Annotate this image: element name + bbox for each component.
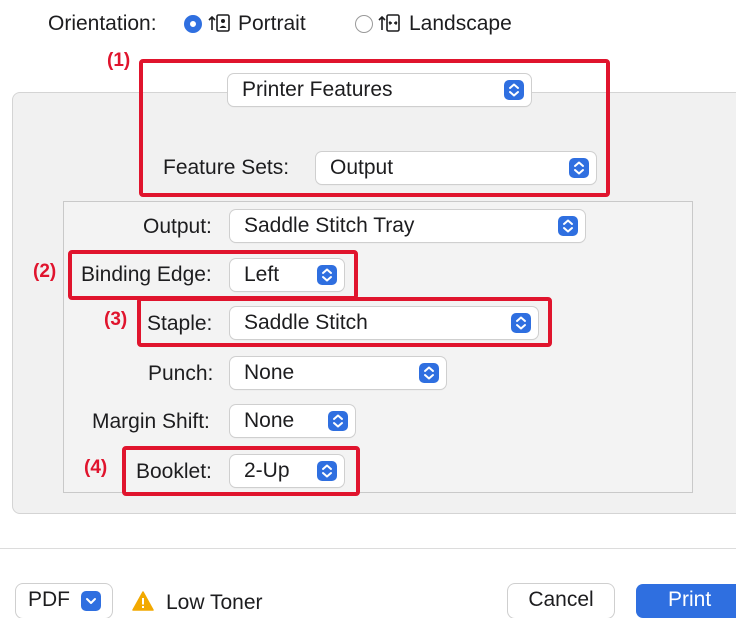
callout-label-2: (2) <box>33 261 57 282</box>
landscape-label[interactable]: Landscape <box>409 11 512 37</box>
pdf-label: PDF <box>28 588 70 611</box>
output-value: Saddle Stitch Tray <box>244 214 415 237</box>
cancel-button[interactable]: Cancel <box>508 584 614 618</box>
margin-shift-value: None <box>244 409 295 432</box>
margin-shift-popup[interactable]: None <box>230 405 355 437</box>
callout-label-3: (3) <box>104 309 128 330</box>
callout-box-2 <box>68 250 358 300</box>
orientation-label: Orientation: <box>48 12 157 35</box>
output-popup[interactable]: Saddle Stitch Tray <box>230 210 585 242</box>
landscape-radio[interactable] <box>355 15 373 33</box>
margin-shift-label: Margin Shift: <box>92 410 210 433</box>
footer-divider <box>0 548 736 549</box>
low-toner-status: Low Toner <box>166 591 263 614</box>
portrait-icon <box>208 14 230 32</box>
portrait-radio[interactable] <box>184 15 202 33</box>
callout-box-4 <box>122 446 360 496</box>
punch-value: None <box>244 361 295 384</box>
landscape-icon <box>378 14 400 32</box>
punch-popup[interactable]: None <box>230 357 446 389</box>
callout-label-4: (4) <box>84 457 108 478</box>
print-button[interactable]: Print <box>636 584 736 618</box>
popup-arrows-icon <box>419 363 439 383</box>
warning-icon <box>132 591 154 611</box>
callout-box-3 <box>137 297 552 347</box>
callout-box-1 <box>139 59 610 197</box>
callout-label-1: (1) <box>107 50 131 71</box>
output-label: Output: <box>143 215 212 238</box>
chevron-down-icon <box>81 591 101 611</box>
pdf-menu-button[interactable]: PDF <box>16 584 112 618</box>
popup-arrows-icon <box>328 411 348 431</box>
popup-arrows-icon <box>558 216 578 236</box>
portrait-label[interactable]: Portrait <box>238 11 306 37</box>
punch-label: Punch: <box>148 362 214 385</box>
print-label: Print <box>668 588 712 611</box>
